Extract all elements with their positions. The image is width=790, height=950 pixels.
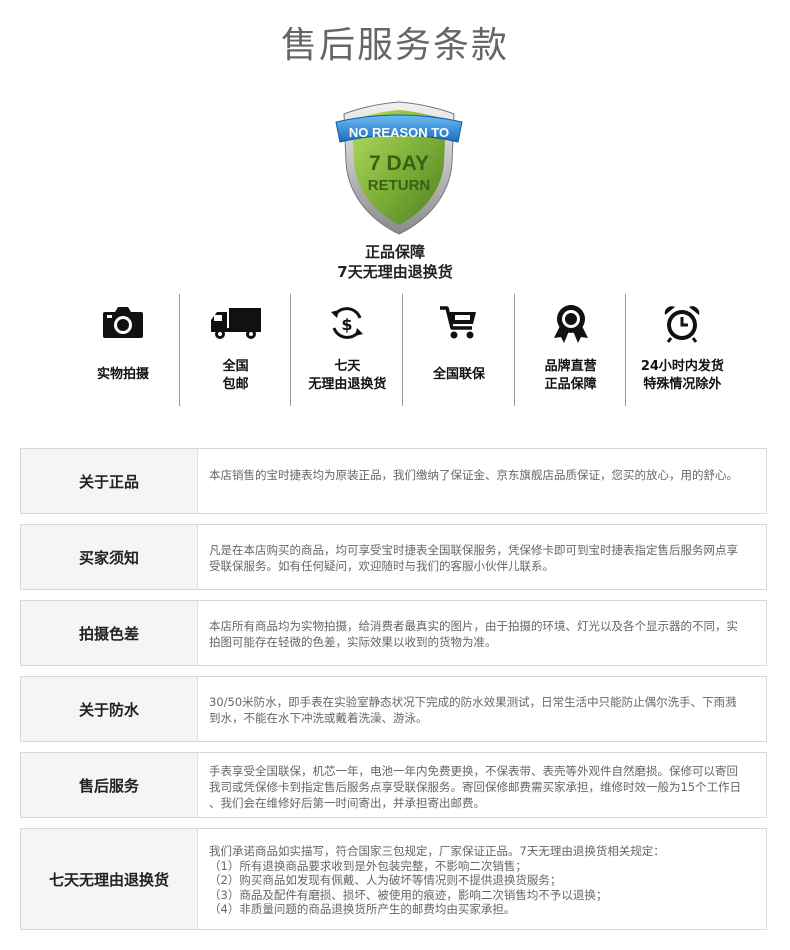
service-photo-label: 实物拍摄 — [96, 367, 149, 382]
term-line: 我们承诺商品如实描写，符合国家三包规定，厂家保证正品。7天无理由退换货相关规定： — [209, 844, 665, 858]
service-shipping-label-1: 全国 — [222, 359, 249, 374]
term-line: 手表享受全国联保，机芯一年，电池一年内免费更换，不保表带、表壳等外观件自然磨损。… — [209, 764, 738, 778]
term-heading: 售后服务 — [21, 753, 198, 817]
refund-cycle-icon: $ — [331, 307, 364, 339]
service-brand: 品牌直营 正品保障 — [513, 294, 626, 406]
term-row-buyer-notice: 买家须知 凡是在本店购买的商品，均可享受宝时捷表全国联保服务，凭保修卡即可到宝时… — [20, 524, 767, 590]
term-row-waterproof: 关于防水 30/50米防水，即手表在实验室静态状况下完成的防水效果测试，日常生活… — [20, 676, 767, 742]
service-shipping: 全国 包邮 — [178, 294, 291, 406]
term-body: 我们承诺商品如实描写，符合国家三包规定，厂家保证正品。7天无理由退换货相关规定：… — [209, 844, 760, 917]
term-line: 本店所有商品均为实物拍摄，给消费者最真实的图片，由于拍摄的环境、灯光以及各个显示… — [209, 619, 738, 633]
camera-icon — [103, 307, 143, 338]
service-shipping-label-2: 包邮 — [222, 377, 249, 392]
term-row-seven-day-return: 七天无理由退换货 我们承诺商品如实描写，符合国家三包规定，厂家保证正品。7天无理… — [20, 828, 767, 930]
term-line: （4）非质量问题的商品退换货所产生的邮费均由买家承担。 — [209, 902, 516, 916]
term-heading: 七天无理由退换货 — [21, 829, 198, 929]
service-return-label-2: 无理由退换货 — [308, 377, 387, 392]
service-return-label-1: 七天 — [334, 359, 361, 374]
term-body: 凡是在本店购买的商品，均可享受宝时捷表全国联保服务，凭保修卡即可到宝时捷表指定售… — [209, 542, 760, 574]
term-line: （3）商品及配件有磨损、损坏、被使用的痕迹，影响二次销售均不予以退换； — [209, 887, 608, 902]
service-brand-label-1: 品牌直营 — [544, 359, 597, 374]
award-ribbon-icon — [553, 305, 588, 343]
service-return: $ 七天 无理由退换货 — [290, 294, 402, 406]
term-heading: 拍摄色差 — [21, 601, 198, 665]
term-body: 本店所有商品均为实物拍摄，给消费者最真实的图片，由于拍摄的环境、灯光以及各个显示… — [209, 618, 760, 650]
term-line: 本店销售的宝时捷表均为原装正品，我们缴纳了保证金、京东旗舰店品质保证，您买的放心… — [209, 468, 738, 482]
service-brand-label-2: 正品保障 — [544, 377, 597, 392]
term-heading: 买家须知 — [21, 525, 198, 589]
term-row-authentic: 关于正品 本店销售的宝时捷表均为原装正品，我们缴纳了保证金、京东旗舰店品质保证，… — [20, 448, 767, 514]
term-body: 30/50米防水，即手表在实验室静态状况下完成的防水效果测试，日常生活中只能防止… — [209, 694, 760, 726]
term-line: 30/50米防水，即手表在实验室静态状况下完成的防水效果测试，日常生活中只能防止… — [209, 695, 737, 709]
badge-ribbon-text: NO REASON TO — [349, 125, 449, 140]
guarantee-line-2: 7天无理由退换货 — [337, 263, 453, 281]
service-warranty-label: 全国联保 — [433, 367, 486, 382]
cart-icon — [440, 306, 477, 339]
page-title: 售后服务条款 — [280, 25, 509, 66]
service-delivery: 24小时内发货 特殊情况除外 — [625, 294, 737, 406]
service-icons-row: 实物拍摄 全国 包邮 $ 七天 无理由退换货 全国联保 品牌直营 正品保障 24… — [67, 294, 737, 406]
service-warranty: 全国联保 — [402, 294, 514, 406]
alarm-clock-icon — [665, 306, 700, 343]
badge-day-text: 7 DAY — [369, 152, 429, 175]
term-body: 手表享受全国联保，机芯一年，电池一年内免费更换，不保表带、表壳等外观件自然磨损。… — [209, 763, 760, 811]
svg-text:$: $ — [342, 315, 353, 334]
service-delivery-label-1: 24小时内发货 — [640, 359, 724, 374]
term-line: 受联保服务。如有任何疑问，欢迎随时与我们的客服小伙伴儿联系。 — [209, 559, 554, 573]
term-row-after-sales: 售后服务 手表享受全国联保，机芯一年，电池一年内免费更换，不保表带、表壳等外观件… — [20, 752, 767, 818]
term-line: 拍图可能存在轻微的色差，实际效果以收到的货物为准。 — [209, 635, 497, 649]
term-line: 我司或凭保修卡到指定售后服务点享受联保服务。寄回保修邮费需买家承担，维修时效一般… — [209, 780, 742, 794]
term-body: 本店销售的宝时捷表均为原装正品，我们缴纳了保证金、京东旗舰店品质保证，您买的放心… — [209, 467, 760, 483]
seven-day-return-badge: NO REASON TO 7 DAY RETURN — [335, 101, 463, 235]
service-photo: 实物拍摄 — [67, 294, 179, 406]
term-line: 、我们会在维修好后第一时间寄出，并承担寄出邮费。 — [209, 796, 485, 810]
guarantee-line-1: 正品保障 — [364, 243, 425, 261]
term-line: （1）所有退换商品要求收到是外包装完整，不影响二次销售； — [209, 858, 527, 873]
term-heading: 关于防水 — [21, 677, 198, 741]
truck-icon — [210, 308, 261, 339]
term-heading: 关于正品 — [21, 449, 198, 513]
service-delivery-label-2: 特殊情况除外 — [643, 377, 722, 392]
term-line: （2）购买商品如发现有佩戴、人为破坏等情况则不提供退换货服务； — [209, 873, 562, 887]
term-line: 凡是在本店购买的商品，均可享受宝时捷表全国联保服务，凭保修卡即可到宝时捷表指定售… — [209, 543, 738, 557]
badge-return-text: RETURN — [368, 177, 431, 194]
term-line: 到水，不能在水下冲洗或戴着洗澡、游泳。 — [209, 711, 428, 725]
term-row-color-difference: 拍摄色差 本店所有商品均为实物拍摄，给消费者最真实的图片，由于拍摄的环境、灯光以… — [20, 600, 767, 666]
